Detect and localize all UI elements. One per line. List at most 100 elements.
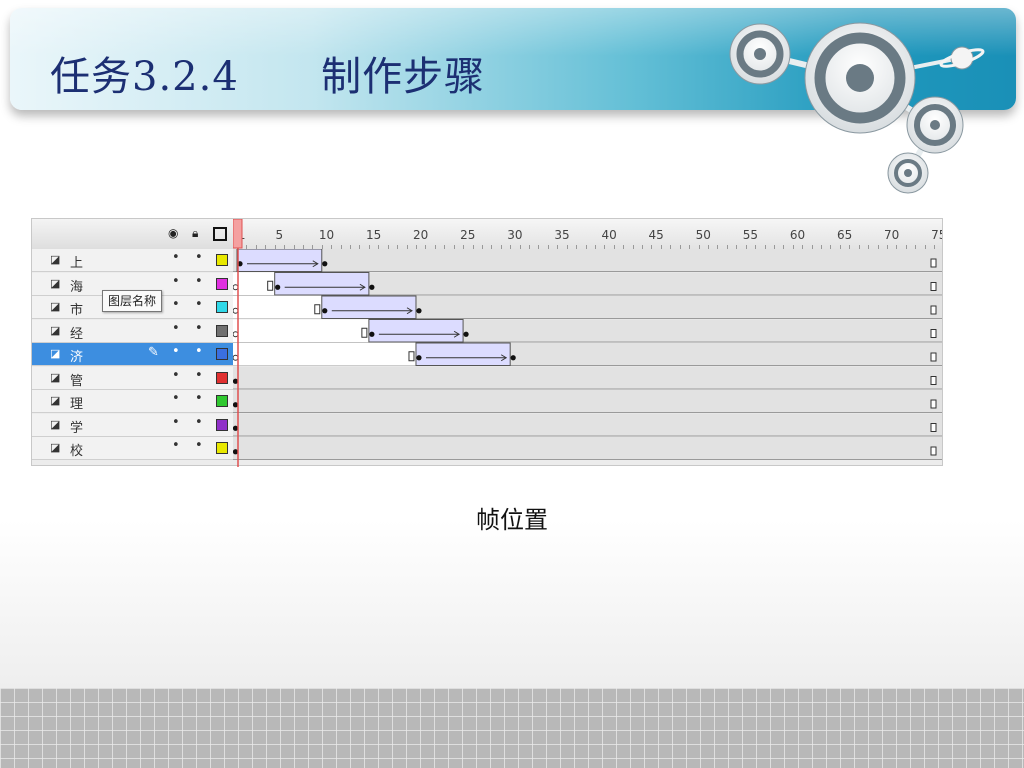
layer-color-swatch[interactable] — [216, 418, 228, 431]
layer-row[interactable]: ◪ 管 • • — [32, 366, 233, 390]
empty-frames — [233, 343, 416, 366]
layer-name: 济 — [70, 350, 84, 365]
visibility-dot[interactable]: • — [172, 415, 180, 430]
end-frame-marker — [930, 399, 937, 409]
end-frame-marker — [930, 423, 937, 432]
layer-row[interactable]: ◪ 理 • • — [32, 390, 233, 413]
tween-span — [321, 295, 417, 319]
lock-icon[interactable]: 🔒︎ — [192, 226, 198, 240]
visibility-dot[interactable]: • — [172, 250, 180, 265]
keyframe-dot — [510, 355, 516, 361]
layer-type-icon: ◪ — [50, 417, 61, 431]
end-frame-marker — [930, 282, 937, 291]
layer-name-tooltip: 图层名称 — [102, 290, 163, 312]
lock-dot[interactable]: • — [195, 368, 203, 383]
layer-color-swatch[interactable] — [216, 254, 228, 266]
frame-end-marker — [361, 327, 368, 338]
frame-row-bg — [233, 437, 942, 460]
lock-dot[interactable]: • — [195, 415, 203, 430]
lock-dot[interactable]: • — [195, 250, 203, 265]
ruler-tick: 1 — [237, 228, 246, 242]
lock-dot[interactable]: • — [195, 321, 203, 336]
visibility-dot[interactable]: • — [172, 274, 180, 289]
eye-icon[interactable]: ◉ — [168, 226, 178, 240]
lock-dot[interactable]: • — [195, 344, 203, 359]
lock-dot[interactable]: • — [195, 297, 203, 312]
lock-dot[interactable]: • — [195, 391, 203, 406]
end-frame-marker — [930, 446, 937, 456]
frame-row-bg — [233, 249, 942, 272]
lock-dot[interactable]: • — [195, 438, 203, 453]
empty-keyframe-dot — [232, 354, 239, 361]
figure-caption: 帧位置 — [476, 506, 548, 534]
end-frame-marker — [930, 376, 937, 385]
ruler-tick: 45 — [648, 228, 664, 242]
layer-row[interactable]: ◪ 济 ✎ • • — [32, 343, 233, 366]
layer-row[interactable]: ◪ 学 • • — [32, 413, 233, 437]
layer-type-icon: ◪ — [50, 370, 61, 384]
decorative-circles-icon — [729, 22, 985, 194]
lock-dot[interactable]: • — [195, 274, 203, 289]
visibility-dot[interactable]: • — [172, 391, 180, 406]
layer-row[interactable]: ◪ 上 • • — [32, 249, 233, 272]
layer-color-swatch[interactable] — [216, 324, 228, 337]
frame-ruler[interactable]: 151015202530354045505560657075 — [233, 219, 942, 249]
layer-name: 管 — [70, 373, 84, 389]
ruler-tick: 75 — [931, 228, 942, 242]
keyframe-dot — [416, 308, 422, 314]
ruler-tick: 35 — [554, 228, 570, 242]
layer-name: 理 — [70, 397, 84, 412]
frame-end-marker — [267, 280, 274, 291]
layer-color-swatch[interactable] — [216, 348, 228, 360]
frame-row-bg — [233, 413, 942, 436]
keyframe-dot — [232, 402, 239, 408]
layer-name: 校 — [70, 444, 84, 459]
end-frame-marker — [930, 305, 937, 315]
layer-color-swatch[interactable] — [216, 301, 228, 313]
end-frame-marker — [930, 329, 937, 338]
layer-type-icon: ◪ — [50, 441, 61, 454]
layer-color-swatch[interactable] — [216, 371, 228, 384]
keyframe-dot — [232, 449, 239, 455]
layer-type-icon: ◪ — [50, 347, 61, 360]
end-frame-marker — [930, 352, 937, 362]
end-frame-marker — [930, 258, 937, 268]
ruler-tick: 15 — [365, 228, 382, 242]
keyframe-dot — [232, 425, 239, 431]
empty-keyframe-dot — [232, 331, 239, 338]
visibility-dot[interactable]: • — [172, 368, 180, 383]
layer-color-swatch[interactable] — [216, 442, 228, 454]
tween-span — [368, 319, 464, 343]
ruler-tick: 60 — [789, 228, 806, 242]
frame-row-bg — [233, 390, 942, 413]
visibility-dot[interactable]: • — [172, 321, 180, 336]
layer-color-swatch[interactable] — [216, 277, 228, 290]
tween-span — [415, 342, 511, 366]
frame-grid[interactable] — [232, 248, 942, 465]
keyframe-dot — [416, 355, 422, 361]
tween-span — [236, 248, 323, 272]
keyframe-dot — [237, 261, 243, 267]
keyframe-dot — [322, 308, 328, 314]
layer-row[interactable]: ◪ 经 • • — [32, 319, 233, 343]
layer-name: 海 — [70, 279, 84, 295]
keyframe-dot — [275, 284, 281, 290]
layer-row[interactable]: ◪ 校 • • — [32, 437, 233, 460]
ruler-tick: 65 — [836, 228, 853, 242]
layer-name: 学 — [70, 420, 84, 436]
ruler-tick: 5 — [275, 228, 284, 242]
layer-color-swatch[interactable] — [216, 395, 228, 407]
layer-type-icon: ◪ — [50, 394, 61, 407]
keyframe-dot — [369, 284, 375, 290]
frame-end-marker — [408, 351, 415, 362]
visibility-dot[interactable]: • — [172, 344, 180, 359]
frame-row-bg — [233, 366, 942, 389]
tween-span — [274, 272, 370, 296]
empty-keyframe-dot — [232, 307, 239, 314]
outline-icon[interactable] — [213, 227, 227, 241]
visibility-dot[interactable]: • — [172, 438, 180, 453]
keyframe-dot — [369, 331, 375, 337]
visibility-dot[interactable]: • — [172, 297, 180, 312]
ruler-tick: 25 — [460, 228, 476, 242]
ruler-tick: 55 — [742, 228, 759, 242]
